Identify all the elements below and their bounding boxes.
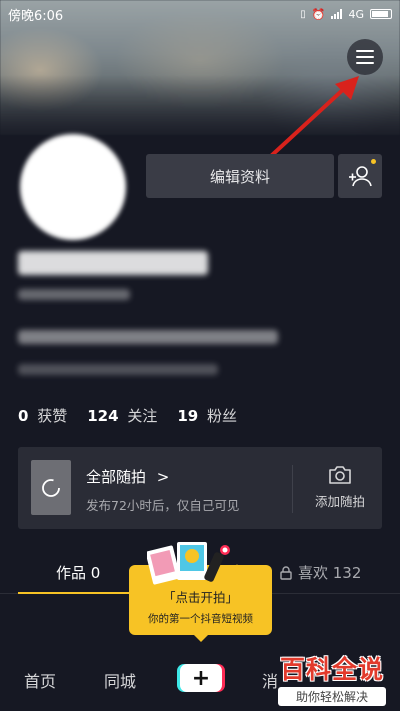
alarm-icon: ⏰ bbox=[311, 7, 326, 21]
stat-likes-value: 0 bbox=[18, 407, 29, 425]
plus-icon: + bbox=[191, 665, 211, 691]
add-user-icon bbox=[349, 166, 372, 187]
bio-tags-blurred bbox=[18, 364, 218, 375]
stat-followers[interactable]: 19 粉丝 bbox=[177, 405, 237, 426]
popup-subtitle: 你的第一个抖音短视频 bbox=[148, 613, 253, 625]
username-blurred bbox=[18, 251, 208, 275]
signal-icon bbox=[331, 9, 343, 19]
stat-followers-label: 粉丝 bbox=[207, 407, 238, 425]
create-video-button[interactable]: + bbox=[180, 664, 222, 692]
add-album-label: 添加随拍 bbox=[314, 494, 365, 509]
profile-stats: 0 获赞 124 关注 19 粉丝 bbox=[18, 405, 237, 426]
camera-icon bbox=[329, 466, 351, 484]
watermark-logo: 百科全说 助你轻松解决 bbox=[272, 650, 392, 706]
network-type: 4G bbox=[348, 7, 364, 21]
add-album-button[interactable]: 添加随拍 bbox=[304, 461, 376, 510]
nav-nearby[interactable]: 同城 bbox=[104, 668, 136, 692]
avatar[interactable] bbox=[20, 134, 126, 240]
sim-icon: ▯ bbox=[300, 8, 306, 20]
hamburger-icon bbox=[356, 50, 374, 64]
status-icons: ▯ ⏰ 4G bbox=[300, 8, 392, 21]
tab-active-indicator bbox=[18, 592, 130, 594]
album-subtitle: 发布72小时后，仅自己可见 bbox=[86, 498, 240, 513]
add-friend-button[interactable] bbox=[338, 154, 382, 198]
stat-following[interactable]: 124 关注 bbox=[87, 405, 157, 426]
stat-following-label: 关注 bbox=[127, 407, 158, 425]
stat-likes[interactable]: 0 获赞 bbox=[18, 405, 67, 426]
tab-works[interactable]: 作品 0 bbox=[56, 562, 100, 583]
stat-likes-label: 获赞 bbox=[37, 407, 68, 425]
popup-title: 「点击开拍」 bbox=[162, 590, 238, 605]
album-thumbnail bbox=[31, 460, 71, 515]
album-divider bbox=[292, 465, 293, 513]
watermark-subtitle: 助你轻松解决 bbox=[278, 687, 386, 706]
edit-profile-label: 编辑资料 bbox=[209, 167, 270, 186]
battery-icon bbox=[370, 9, 392, 19]
album-card[interactable]: 全部随拍 > 发布72小时后，仅自己可见 添加随拍 bbox=[18, 447, 382, 529]
album-title-text: 全部随拍 bbox=[86, 468, 147, 486]
stat-following-value: 124 bbox=[87, 407, 119, 425]
bio-line-blurred bbox=[18, 330, 278, 344]
nav-home[interactable]: 首页 bbox=[24, 668, 56, 692]
tab-likes-label: 喜欢 132 bbox=[298, 564, 362, 582]
notification-dot bbox=[371, 159, 376, 164]
status-bar: 傍晚6:06 ▯ ⏰ 4G bbox=[0, 0, 400, 28]
edit-profile-button[interactable]: 编辑资料 bbox=[146, 154, 334, 198]
menu-button[interactable] bbox=[347, 39, 383, 75]
watermark-title: 百科全说 bbox=[279, 655, 384, 684]
user-id-blurred bbox=[18, 289, 130, 300]
tab-likes[interactable]: 喜欢 132 bbox=[280, 562, 361, 583]
lock-icon bbox=[280, 565, 292, 580]
chevron-right-icon: > bbox=[156, 468, 170, 486]
status-time: 傍晚6:06 bbox=[8, 8, 64, 24]
popup-illustration-icon bbox=[147, 542, 243, 585]
album-title: 全部随拍 > bbox=[86, 466, 169, 487]
album-logo-icon bbox=[42, 478, 60, 497]
stat-followers-value: 19 bbox=[177, 407, 199, 425]
annotation-arrow bbox=[269, 76, 359, 158]
